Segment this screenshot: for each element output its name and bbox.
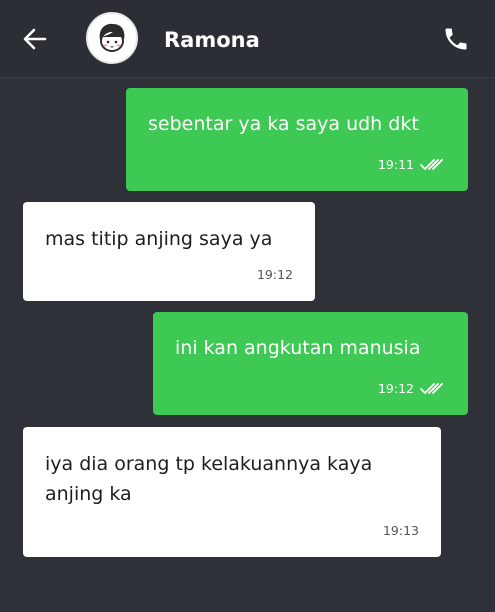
- message-time: 19:11: [377, 157, 414, 172]
- message-meta: 19:12: [378, 381, 444, 396]
- contact-name[interactable]: Ramona: [164, 26, 260, 54]
- message-bubble-incoming[interactable]: mas titip anjing saya ya 19:12: [23, 202, 315, 301]
- message-meta: 19:11: [378, 157, 444, 172]
- message-bubble-outgoing[interactable]: sebentar ya ka saya udh dkt 19:11: [126, 88, 468, 191]
- message-bubble-outgoing[interactable]: ini kan angkutan manusia 19:12: [153, 312, 468, 415]
- message-time: 19:13: [382, 523, 419, 538]
- message-time: 19:12: [256, 267, 293, 282]
- message-meta: 19:12: [257, 267, 293, 282]
- message-meta: 19:13: [383, 523, 419, 538]
- double-check-icon: [420, 382, 443, 394]
- arrow-left-icon: [23, 28, 47, 50]
- double-check-icon: [420, 158, 443, 170]
- message-text: ini kan angkutan manusia: [175, 337, 421, 359]
- back-button[interactable]: [18, 22, 52, 56]
- message-text: sebentar ya ka saya udh dkt: [148, 113, 419, 135]
- phone-icon: [445, 28, 467, 50]
- chat-header: Ramona: [0, 0, 495, 78]
- message-bubble-incoming[interactable]: iya dia orang tp kelakuannya kaya anjing…: [23, 427, 441, 557]
- message-time: 19:12: [377, 381, 414, 396]
- call-button[interactable]: [438, 22, 474, 56]
- avatar[interactable]: [86, 12, 138, 64]
- message-text: mas titip anjing saya ya: [45, 228, 273, 250]
- message-text: iya dia orang tp kelakuannya kaya anjing…: [45, 453, 373, 505]
- avatar-face-icon: [99, 23, 125, 52]
